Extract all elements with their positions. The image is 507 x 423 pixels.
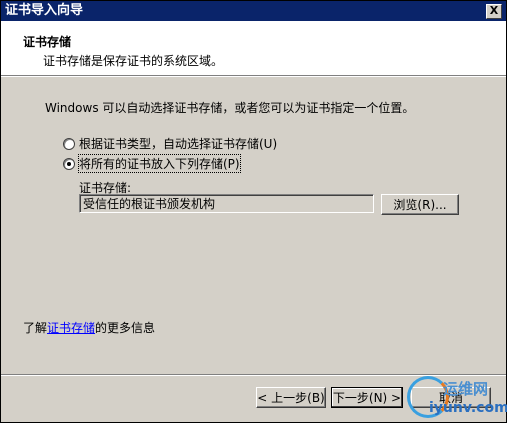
header-subtitle: 证书存储是保存证书的系统区域。: [43, 54, 224, 68]
certificate-import-wizard-window: 证书导入向导 X 证书存储 证书存储是保存证书的系统区域。 Windows 可以…: [0, 0, 507, 423]
instruction-text: Windows 可以自动选择证书存储，或者您可以为证书指定一个位置。: [45, 101, 415, 115]
auto-select-store-label[interactable]: 根据证书类型，自动选择证书存储(U): [79, 135, 277, 152]
wizard-header: 证书存储 证书存储是保存证书的系统区域。: [1, 21, 506, 75]
learn-more-text: 了解证书存储的更多信息: [23, 319, 155, 336]
place-in-store-radio[interactable]: [63, 158, 75, 170]
header-title: 证书存储: [23, 35, 72, 49]
radio-selected-dot: [67, 162, 71, 166]
certificate-store-field: 受信任的根证书颁发机构: [79, 194, 374, 213]
site-watermark: 运维网 iyunv.com: [401, 374, 507, 422]
place-in-store-label[interactable]: 将所有的证书放入下列存储(P): [78, 154, 241, 173]
watermark-cn: 运维网: [443, 380, 489, 398]
title-bar[interactable]: 证书导入向导 X: [1, 1, 506, 21]
learn-more-prefix: 了解: [23, 321, 48, 335]
browse-button[interactable]: 浏览(R)...: [381, 194, 459, 215]
next-button[interactable]: 下一步(N) >: [331, 387, 403, 408]
back-button[interactable]: < 上一步(B): [256, 387, 326, 408]
close-button[interactable]: X: [486, 4, 502, 19]
learn-more-suffix: 的更多信息: [95, 321, 156, 335]
watermark-en: iyunv.com: [429, 400, 507, 416]
window-title: 证书导入向导: [5, 3, 84, 18]
auto-select-store-radio[interactable]: [63, 138, 75, 150]
certificate-store-link[interactable]: 证书存储: [47, 321, 95, 335]
header-divider: [1, 75, 506, 77]
